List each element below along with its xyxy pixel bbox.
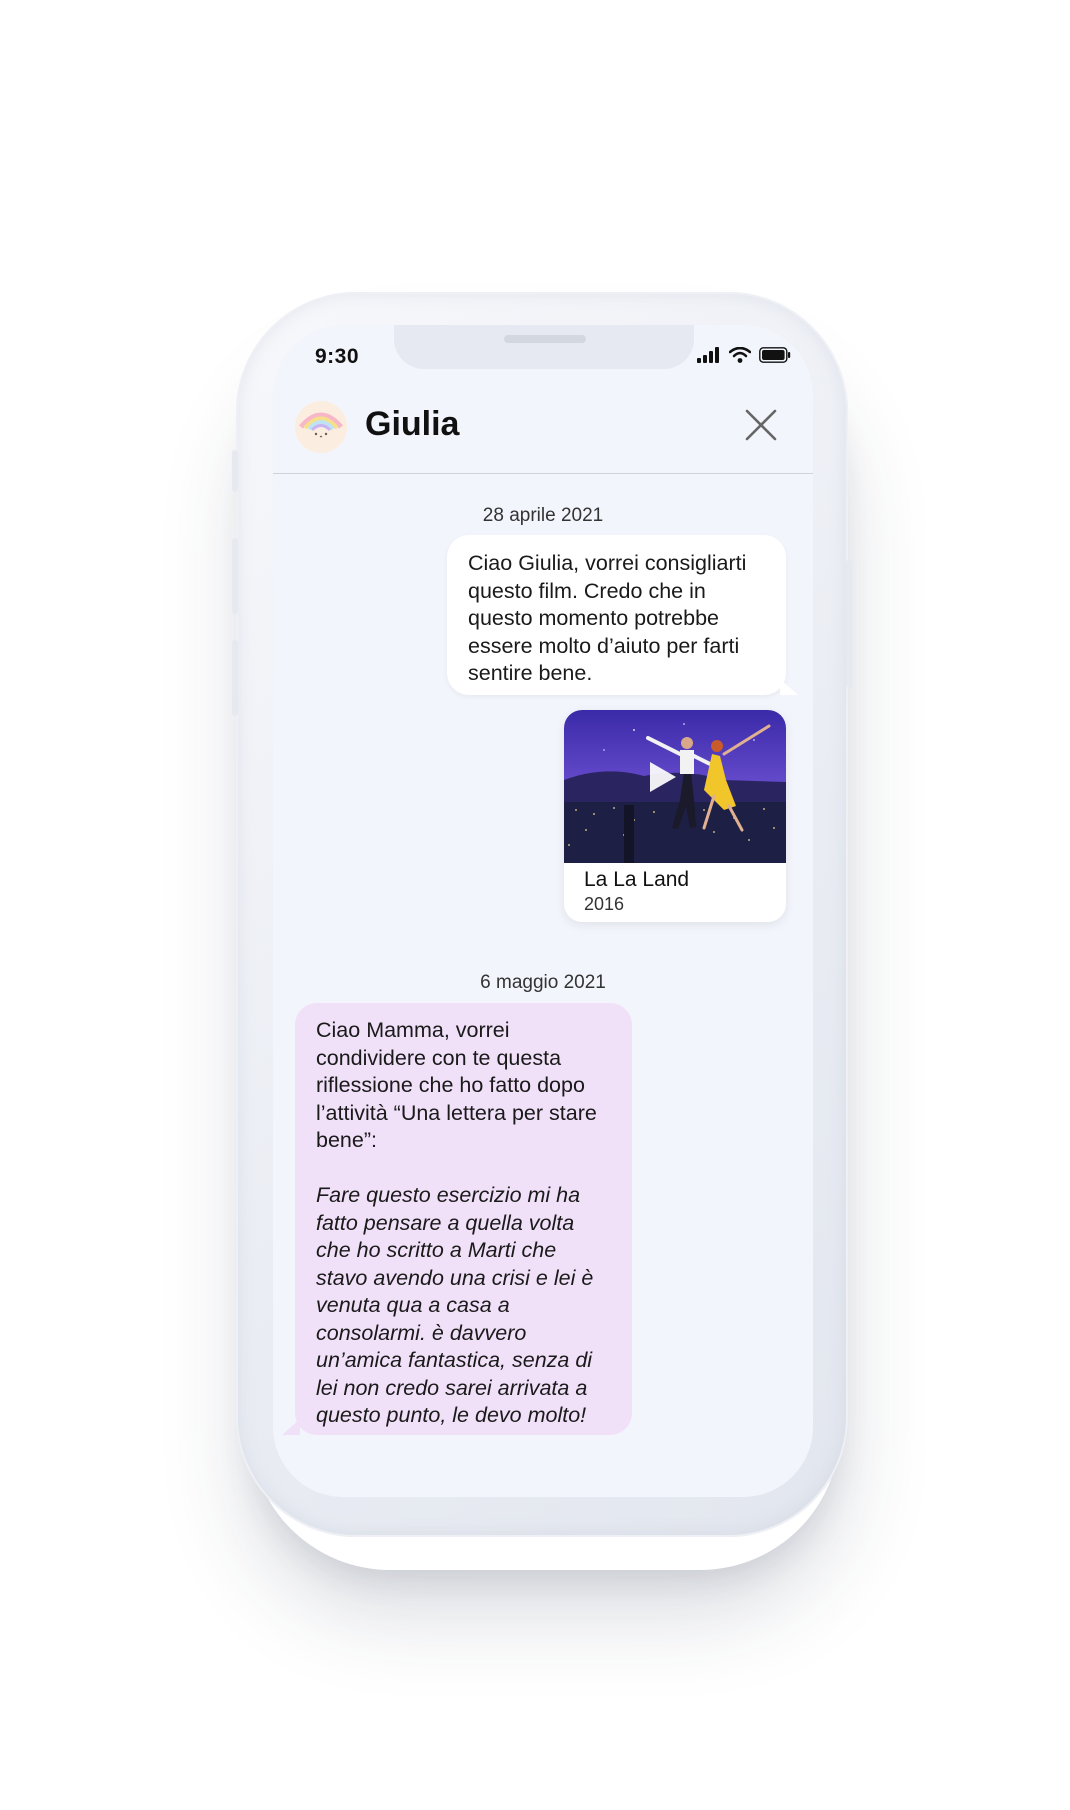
battery-icon	[759, 347, 791, 363]
quote-line: Fare questo esercizio mi ha	[316, 1183, 581, 1207]
quote-line: questo punto, le devo molto!	[316, 1403, 587, 1427]
movie-year: 2016	[584, 894, 625, 914]
avatar-illustration	[295, 401, 347, 453]
message-line: Ciao Giulia, vorrei consigliarti	[468, 551, 747, 575]
message-line: questo momento potrebbe	[468, 606, 719, 630]
phone-screen: 9:30 Giulia 28 aprile 2021 Ciao Giulia, …	[273, 325, 813, 1497]
message-line: riflessione che ho fatto dopo	[316, 1073, 585, 1097]
message-line: bene”:	[316, 1128, 377, 1152]
incoming-message[interactable]: Ciao Mamma, vorrei condividere con te qu…	[295, 1003, 632, 1435]
quote-line: consolarmi. è davvero	[316, 1320, 527, 1345]
movie-thumbnail[interactable]	[564, 710, 786, 863]
quote-line: stavo avendo una crisi e lei è	[316, 1265, 594, 1290]
close-icon	[745, 409, 777, 441]
quote-line: un’amica fantastica, senza di	[316, 1348, 593, 1372]
speaker	[504, 335, 586, 343]
date-separator: 28 aprile 2021	[482, 505, 604, 526]
message-line: Ciao Mamma, vorrei	[316, 1018, 510, 1042]
movie-card[interactable]: La La Land 2016	[564, 710, 786, 922]
wifi-icon	[729, 347, 751, 363]
message-line: sentire bene.	[468, 661, 593, 685]
mute-switch	[232, 450, 238, 492]
message-spacer	[316, 1155, 622, 1183]
chat-header: Giulia	[273, 395, 813, 474]
power-button	[846, 560, 852, 688]
quote-line: fatto pensare a quella volta	[316, 1210, 575, 1235]
message-line: l’attività “Una lettera per stare	[316, 1100, 597, 1125]
outgoing-message[interactable]: Ciao Giulia, vorrei consigliarti questo …	[447, 535, 786, 695]
status-time: 9:30	[315, 345, 360, 368]
bubble-tail	[282, 1419, 300, 1435]
volume-down-button	[232, 640, 238, 716]
volume-up-button	[232, 538, 238, 614]
quote-line: che ho scritto a Marti che	[316, 1238, 557, 1262]
message-line: questo film. Credo che in	[468, 578, 706, 603]
bubble-tail	[780, 679, 798, 695]
movie-title: La La Land	[584, 868, 690, 891]
stage: 9:30 Giulia 28 aprile 2021 Ciao Giulia, …	[0, 0, 1070, 1810]
quote-line: lei non credo sarei arrivata a	[316, 1375, 588, 1400]
message-line: condividere con te questa	[316, 1045, 562, 1070]
contact-name: Giulia	[365, 405, 460, 443]
quote-line: venuta qua a casa a	[316, 1293, 510, 1317]
status-icons	[697, 347, 791, 363]
notch	[394, 325, 694, 369]
avatar[interactable]	[295, 401, 347, 453]
message-line: essere molto d’aiuto per farti	[468, 633, 740, 658]
close-button[interactable]	[743, 407, 779, 443]
date-separator: 6 maggio 2021	[480, 972, 606, 993]
signal-icon	[697, 347, 719, 363]
